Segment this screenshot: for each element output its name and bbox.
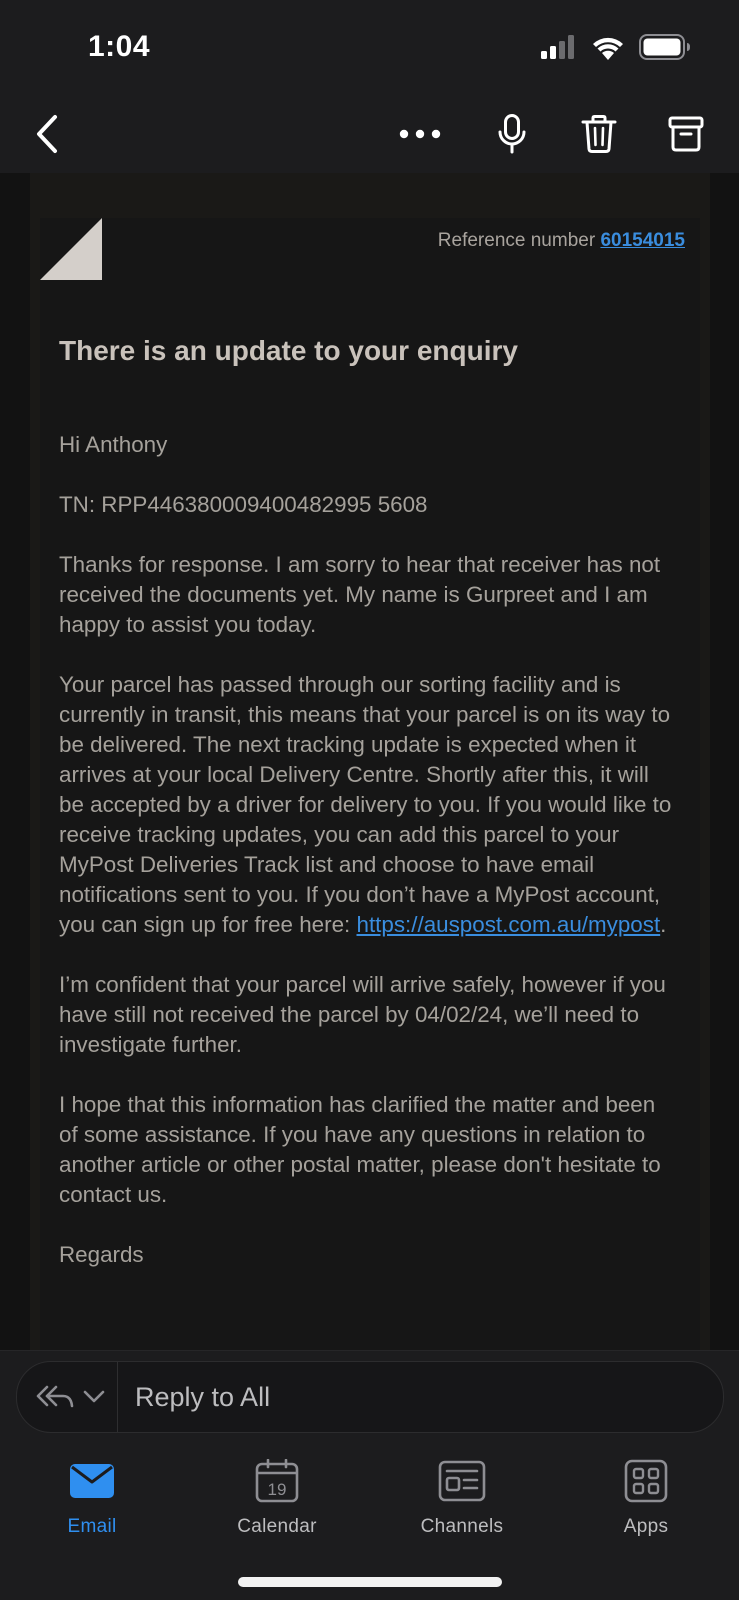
body-paragraph: I’m confident that your parcel will arri… bbox=[59, 972, 666, 1057]
reference-line: Reference number 60154015 bbox=[438, 230, 685, 252]
tab-email[interactable]: Email bbox=[17, 1456, 167, 1546]
paragraph-text: Your parcel has passed through our sorti… bbox=[59, 672, 672, 937]
microphone-icon bbox=[498, 114, 526, 154]
tab-label: Calendar bbox=[237, 1516, 317, 1537]
mypost-link[interactable]: https://auspost.com.au/mypost bbox=[357, 912, 661, 937]
delete-button[interactable] bbox=[572, 107, 626, 161]
reply-all-icon bbox=[36, 1385, 74, 1408]
email-toolbar bbox=[0, 95, 739, 173]
battery-icon bbox=[639, 34, 690, 60]
reference-number-link[interactable]: 60154015 bbox=[600, 230, 685, 251]
archive-icon bbox=[668, 116, 704, 152]
more-options-button[interactable] bbox=[393, 107, 447, 161]
tracking-number: TN: RPP446380009400482995 5608 bbox=[59, 492, 428, 517]
back-button[interactable] bbox=[20, 107, 74, 161]
reply-all-input[interactable]: Reply to All bbox=[135, 1382, 270, 1413]
apps-icon bbox=[624, 1459, 668, 1503]
tab-channels[interactable]: Channels bbox=[387, 1456, 537, 1546]
tab-label: Email bbox=[67, 1516, 117, 1537]
archive-button[interactable] bbox=[659, 107, 713, 161]
email-content[interactable]: Reference number 60154015 There is an up… bbox=[0, 173, 739, 1350]
status-time: 1:04 bbox=[88, 30, 151, 63]
home-indicator[interactable] bbox=[238, 1577, 502, 1587]
mail-icon bbox=[70, 1464, 114, 1498]
reply-bar[interactable]: Reply to All bbox=[16, 1361, 724, 1433]
wifi-icon bbox=[593, 37, 623, 60]
email-card: Reference number 60154015 There is an up… bbox=[40, 218, 700, 1350]
tab-apps[interactable]: Apps bbox=[571, 1456, 721, 1546]
tab-calendar[interactable]: 19 Calendar bbox=[202, 1456, 352, 1546]
folded-corner-graphic bbox=[40, 218, 102, 280]
status-icons bbox=[541, 34, 691, 60]
email-heading: There is an update to your enquiry bbox=[59, 335, 518, 366]
dictate-button[interactable] bbox=[485, 107, 539, 161]
chevron-left-icon bbox=[37, 115, 57, 153]
cellular-signal-icon bbox=[541, 35, 574, 59]
body-paragraph: Your parcel has passed through our sorti… bbox=[59, 670, 679, 940]
status-bar: 1:04 bbox=[0, 0, 739, 95]
email-body: Hi Anthony TN: RPP446380009400482995 560… bbox=[59, 430, 679, 1300]
calendar-date: 19 bbox=[268, 1480, 287, 1499]
divider bbox=[117, 1362, 118, 1432]
tab-bar: Email 19 Calendar Channels Apps bbox=[0, 1440, 739, 1600]
tab-label: Apps bbox=[623, 1516, 669, 1537]
reply-area: Reply to All bbox=[0, 1350, 739, 1441]
trash-icon bbox=[581, 115, 617, 153]
calendar-icon: 19 bbox=[255, 1459, 299, 1503]
channels-icon bbox=[438, 1460, 486, 1502]
body-paragraph: I hope that this information has clarifi… bbox=[59, 1092, 661, 1207]
reference-label: Reference number bbox=[437, 230, 596, 251]
tab-label: Channels bbox=[420, 1516, 504, 1537]
more-icon bbox=[399, 129, 441, 139]
greeting: Hi Anthony bbox=[59, 432, 168, 457]
signoff: Regards bbox=[59, 1242, 144, 1267]
chevron-down-icon bbox=[83, 1390, 105, 1403]
body-paragraph: Thanks for response. I am sorry to hear … bbox=[59, 552, 661, 637]
paragraph-end: . bbox=[660, 912, 667, 937]
